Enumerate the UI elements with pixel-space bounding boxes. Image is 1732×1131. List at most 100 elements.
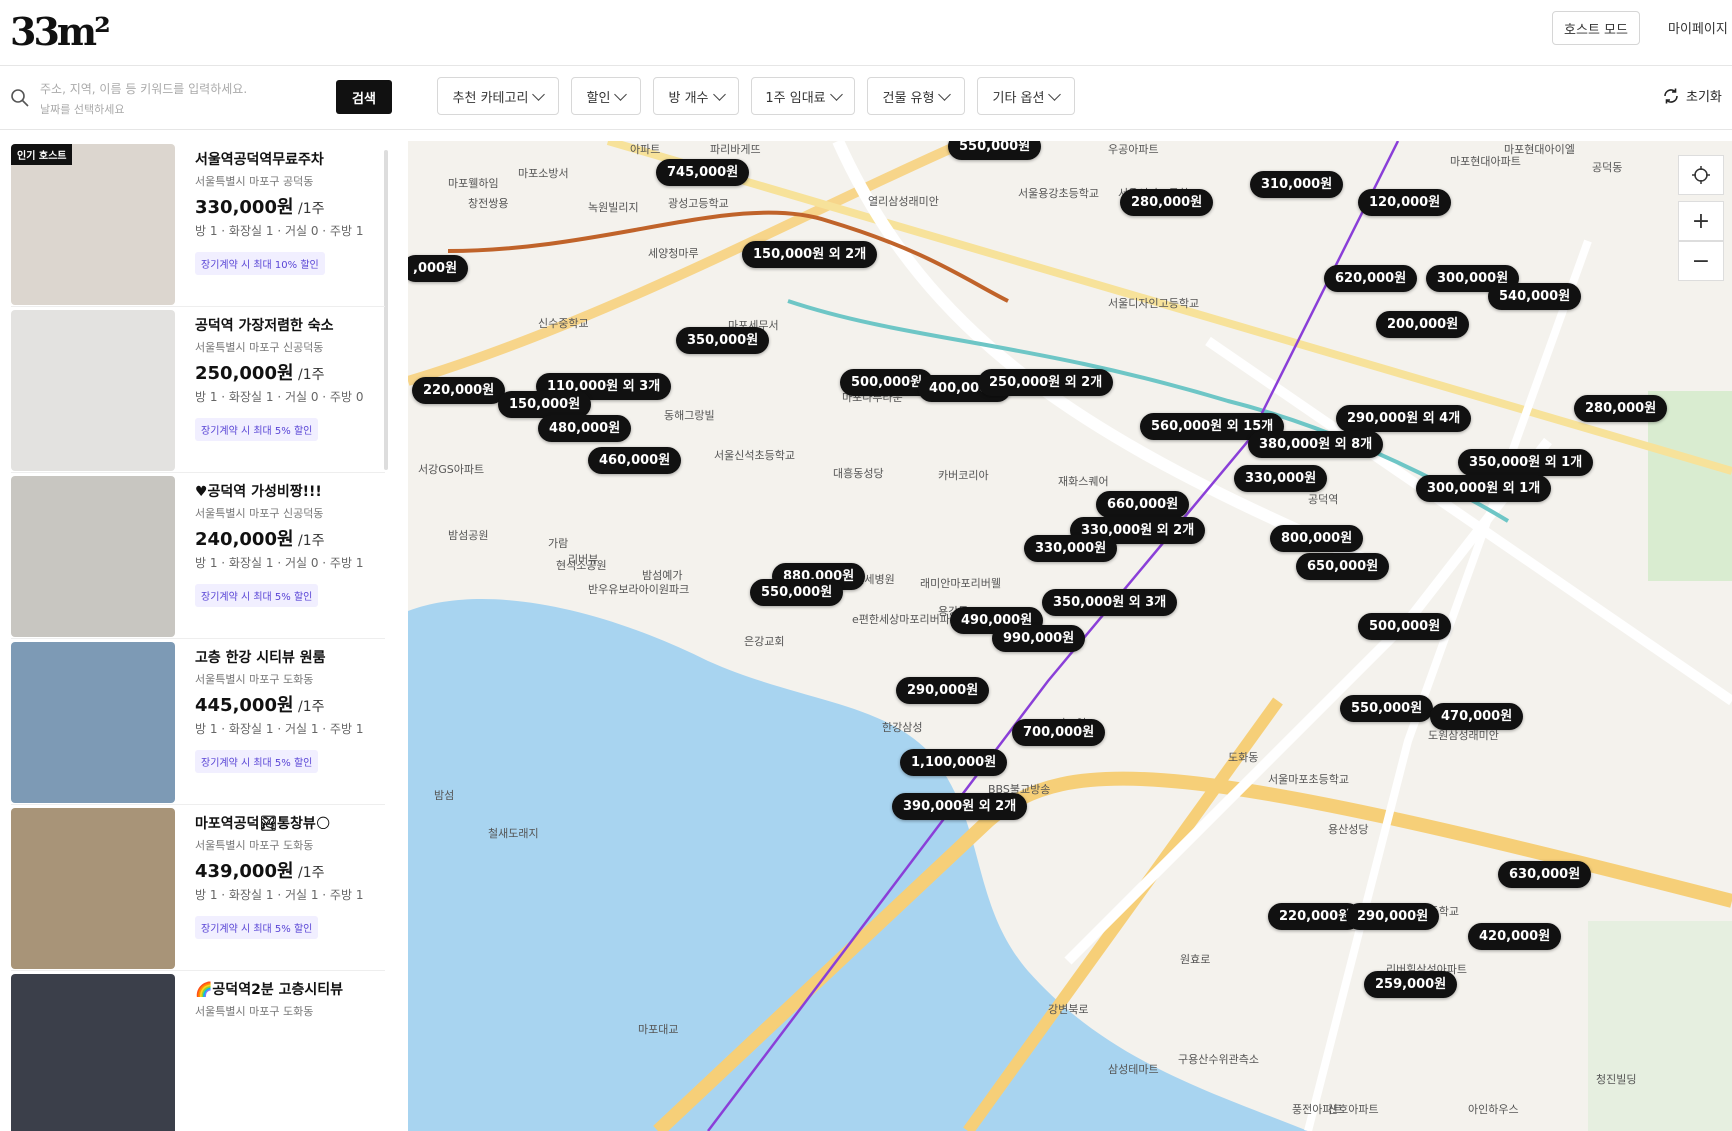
current-location-button[interactable] (1678, 155, 1724, 195)
map-price-pin[interactable]: 290,000원 (896, 677, 990, 704)
listing-address: 서울특별시 마포구 도화동 (195, 673, 314, 686)
listing-thumbnail[interactable] (11, 974, 175, 1131)
map-price-pin[interactable]: 280,000원 (1574, 395, 1668, 422)
map-price-pin[interactable]: 220,000원 (412, 377, 506, 404)
listing-title[interactable]: 🌈공덕역2분 고층시티뷰 (195, 979, 343, 999)
map-place-label: 신수중학교 (538, 317, 589, 330)
map-price-pin[interactable]: 330,000원 (1024, 535, 1118, 562)
brand-logo[interactable]: 33m² (10, 10, 111, 54)
filter-label: 방 개수 (668, 90, 709, 106)
listing-card[interactable]: 공덕역 가장저렴한 숙소 서울특별시 마포구 신공덕동 250,000원 /1주 방 … (11, 310, 385, 473)
map-price-pin[interactable]: 200,000원 (1376, 311, 1470, 338)
map-price-pin[interactable]: 350,000원 (676, 327, 770, 354)
map-place-label: 삼성테마트 (1108, 1063, 1159, 1076)
listing-thumbnail[interactable] (11, 642, 175, 803)
map-price-pin[interactable]: 540,000원 (1488, 283, 1582, 310)
listing-title[interactable]: 고층 한강 시티뷰 원룸 (195, 647, 326, 667)
map-price-pin[interactable]: 280,000원 (1120, 189, 1214, 216)
map-price-pin[interactable]: 150,000원 (498, 391, 592, 418)
map-price-pin[interactable]: 800,000원 (1270, 525, 1364, 552)
map-price-pin[interactable]: 120,000원 (1358, 189, 1452, 216)
map-place-label: 한강삼성 (882, 721, 923, 734)
map-place-label: 가람 (548, 537, 569, 550)
listing-rooms: 방 1 · 화장실 1 · 거실 1 · 주방 1 (195, 888, 364, 902)
map-price-pin[interactable]: 380,000원 외 8개 (1248, 431, 1384, 458)
map-price-pin[interactable]: 990,000원 (992, 625, 1086, 652)
listing-thumbnail[interactable]: 인기 호스트 (11, 144, 175, 305)
listing-thumbnail[interactable] (11, 310, 175, 471)
map-place-label: 아인하우스 (1468, 1103, 1519, 1116)
listing-title[interactable]: 마포역공덕🏞통창뷰🌕 (195, 813, 330, 833)
map-price-pin[interactable]: 620,000원 (1324, 265, 1418, 292)
listing-card[interactable]: 마포역공덕🏞통창뷰🌕 서울특별시 마포구 도화동 439,000원 /1주 방 1 ·… (11, 808, 385, 971)
map-price-pin[interactable]: 630,000원 (1498, 861, 1592, 888)
map-price-pin[interactable]: 550,000원 (948, 141, 1042, 160)
map-price-pin[interactable]: 745,000원 (656, 159, 750, 186)
listing-price: 250,000원 /1주 (195, 363, 325, 384)
filter-other-options[interactable]: 기타 옵션 (977, 77, 1075, 115)
chevron-down-icon (829, 87, 843, 101)
map-price-pin[interactable]: 300,000원 외 1개 (1416, 475, 1552, 502)
map-place-label: 마포대교 (638, 1023, 679, 1036)
map-price-pin[interactable]: ,000원 (408, 255, 469, 282)
map-place-label: 서강GS아파트 (418, 463, 485, 476)
search-input[interactable]: 주소, 지역, 이름 등 키워드를 입력하세요. (40, 80, 247, 97)
map-price-pin[interactable]: 420,000원 (1468, 923, 1562, 950)
listing-thumbnail[interactable] (11, 808, 175, 969)
zoom-in-button[interactable]: + (1678, 201, 1724, 241)
map-price-pin[interactable]: 660,000원 (1096, 491, 1190, 518)
map-price-pin[interactable]: 310,000원 (1250, 171, 1344, 198)
filter-recommended-category[interactable]: 추천 카테고리 (437, 77, 559, 115)
discount-badge: 장기계약 시 최대 5% 할인 (195, 916, 319, 939)
map-view[interactable]: 아파트 파리바게뜨 우공아파트 마포현대아파트 마포현대아이엘 공덕동 마포웰하임 마포소방서… (408, 141, 1732, 1131)
date-input[interactable]: 날짜를 선택하세요 (40, 101, 124, 117)
listing-card[interactable]: 고층 한강 시티뷰 원룸 서울특별시 마포구 도화동 445,000원 /1주 방 1… (11, 642, 385, 805)
mypage-link[interactable]: 마이페이지 (1668, 18, 1728, 37)
listing-address: 서울특별시 마포구 신공덕동 (195, 507, 324, 520)
map-price-pin[interactable]: 550,000원 (750, 579, 844, 606)
map-place-label: 밤섬예가 (642, 569, 683, 582)
map-price-pin[interactable]: 250,000원 외 2개 (978, 369, 1114, 396)
map-price-pin[interactable]: 470,000원 (1430, 703, 1524, 730)
popular-host-badge: 인기 호스트 (11, 144, 73, 165)
map-price-pin[interactable]: 290,000원 (1346, 903, 1440, 930)
map-price-pin[interactable]: 650,000원 (1296, 553, 1390, 580)
reset-label: 초기화 (1686, 90, 1722, 105)
map-place-label: 현석소공원 (556, 559, 607, 572)
map-price-pin[interactable]: 1,100,000원 (900, 749, 1008, 776)
map-price-pin[interactable]: 700,000원 (1012, 719, 1106, 746)
map-place-label: 열리삼성래미안 (868, 195, 939, 208)
map-price-pin[interactable]: 460,000원 (588, 447, 682, 474)
map-price-pin[interactable]: 259,000원 (1364, 971, 1458, 998)
map-place-label: 구용산수위관측소 (1178, 1053, 1259, 1066)
map-price-pin[interactable]: 350,000원 외 3개 (1042, 589, 1178, 616)
map-place-label: 세양청마루 (648, 247, 699, 260)
listing-panel[interactable]: 인기 호스트 서울역공덕역무료주차 서울특별시 마포구 공덕동 330,000원 /1… (0, 131, 408, 1131)
map-price-pin[interactable]: 500,000원 (1358, 613, 1452, 640)
map-price-pin[interactable]: 150,000원 외 2개 (742, 241, 878, 268)
listing-card[interactable]: 🌈공덕역2분 고층시티뷰 서울특별시 마포구 도화동 (11, 974, 385, 1131)
listing-card[interactable]: ♥공덕역 가성비짱!!! 서울특별시 마포구 신공덕동 240,000원 /1주 방 … (11, 476, 385, 639)
reset-button[interactable]: 초기화 (1662, 86, 1722, 105)
map-price-pin[interactable]: 480,000원 (538, 415, 632, 442)
map-price-pin[interactable]: 550,000원 (1340, 695, 1434, 722)
map-price-pin[interactable]: 290,000원 외 4개 (1336, 405, 1472, 432)
search-button[interactable]: 검색 (336, 80, 392, 114)
listing-title[interactable]: 서울역공덕역무료주차 (195, 149, 324, 169)
filter-building-type[interactable]: 건물 유형 (867, 77, 965, 115)
zoom-out-button[interactable]: − (1678, 241, 1724, 281)
map-place-label: 도화동 (1228, 751, 1259, 764)
listing-title[interactable]: ♥공덕역 가성비짱!!! (195, 481, 322, 501)
listing-card[interactable]: 인기 호스트 서울역공덕역무료주차 서울특별시 마포구 공덕동 330,000원 /1… (11, 144, 385, 307)
map-price-pin[interactable]: 330,000원 (1234, 465, 1328, 492)
filter-weekly-rent[interactable]: 1주 임대료 (751, 77, 855, 115)
listing-title[interactable]: 공덕역 가장저렴한 숙소 (195, 315, 334, 335)
host-mode-button[interactable]: 호스트 모드 (1552, 11, 1640, 45)
map-place-label: 재화스퀘어 (1058, 475, 1109, 488)
filter-room-count[interactable]: 방 개수 (653, 77, 739, 115)
map-price-pin[interactable]: 390,000원 외 2개 (892, 793, 1028, 820)
map-price-pin[interactable]: 350,000원 외 1개 (1458, 449, 1594, 476)
map-place-label: 아파트 (630, 143, 661, 156)
listing-thumbnail[interactable] (11, 476, 175, 637)
filter-discount[interactable]: 할인 (571, 77, 641, 115)
